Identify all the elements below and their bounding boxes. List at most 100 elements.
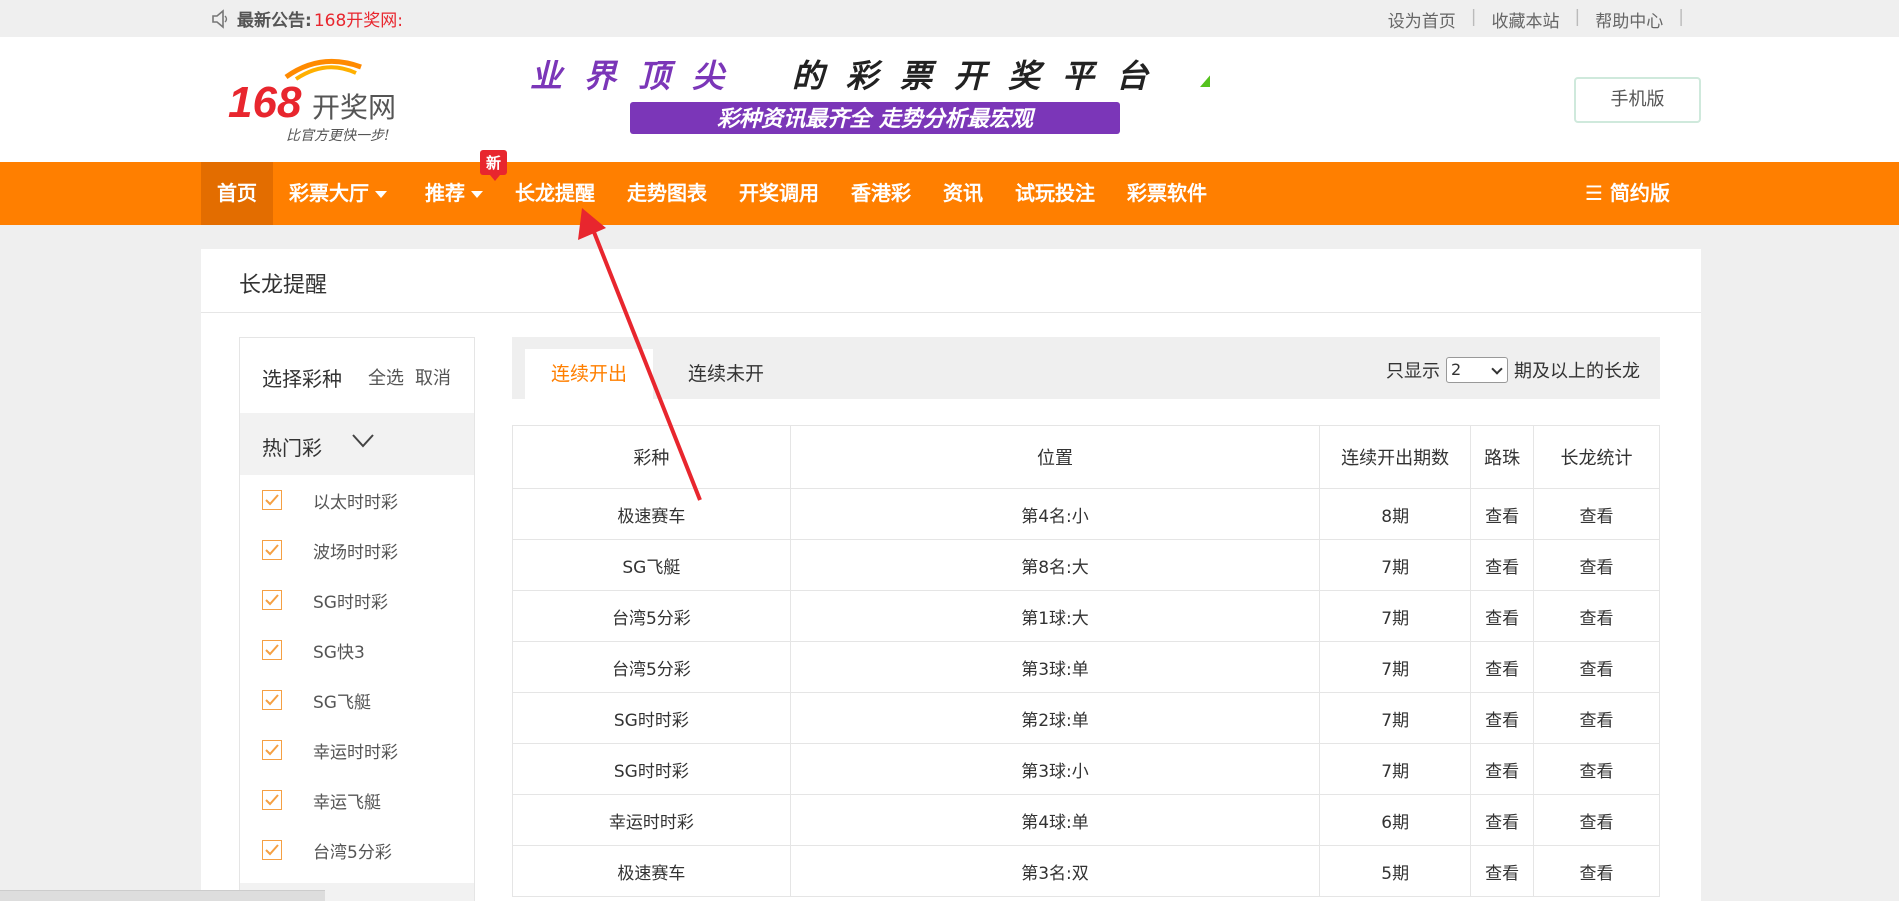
group-hot[interactable]: 热门彩 [240, 413, 474, 475]
nav-lottery-hall[interactable]: 彩票大厅 [273, 162, 403, 225]
streak-table: 彩种 位置 连续开出期数 路珠 长龙统计 极速赛车 第4名:小 8期 查看 查看 SG飞艇… [512, 425, 1660, 897]
nav-long-dragon[interactable]: 长龙提醒 [499, 162, 611, 225]
view-road-bead-link[interactable]: 查看 [1470, 743, 1535, 795]
site-logo[interactable]: 168 开奖网 比官方更快一步! [226, 47, 416, 147]
checkbox-checked-icon[interactable] [262, 590, 282, 610]
tab-consecutive-drawn[interactable]: 连续开出 [525, 349, 653, 399]
tab-consecutive-missed[interactable]: 连续未开 [662, 349, 790, 399]
col-road-bead: 路珠 [1470, 425, 1535, 489]
view-streak-stats-link[interactable]: 查看 [1533, 794, 1660, 846]
cell-streak-count: 7期 [1319, 743, 1472, 795]
main-nav: 首页 彩票大厅 推荐 长龙提醒 走势图表 开奖调用 香港彩 资讯 试玩投注 彩票… [0, 162, 1899, 225]
cell-position: 第3球:小 [789, 743, 1321, 795]
view-road-bead-link[interactable]: 查看 [1470, 794, 1535, 846]
col-game: 彩种 [512, 425, 791, 489]
cancel-selection-button[interactable]: 取消 [415, 364, 451, 390]
select-all-button[interactable]: 全选 [368, 364, 404, 390]
view-streak-stats-link[interactable]: 查看 [1533, 488, 1660, 540]
cell-position: 第8名:大 [789, 539, 1321, 591]
mobile-version-button[interactable]: 手机版 [1574, 77, 1701, 123]
game-option-label: 波场时时彩 [313, 542, 398, 563]
divider: | [1574, 7, 1581, 27]
game-option[interactable]: SG飞艇 [240, 675, 474, 725]
nav-lottery-hall-label: 彩票大厅 [289, 181, 369, 205]
game-option[interactable]: SG快3 [240, 625, 474, 675]
checkbox-checked-icon[interactable] [262, 840, 282, 860]
nav-trial-bet-label: 试玩投注 [1015, 181, 1095, 205]
view-road-bead-link[interactable]: 查看 [1470, 692, 1535, 744]
view-road-bead-link[interactable]: 查看 [1470, 488, 1535, 540]
min-streak-select[interactable]: 2 [1446, 357, 1508, 383]
game-option[interactable]: 波场时时彩 [240, 525, 474, 575]
scrollbar[interactable] [0, 890, 325, 901]
cell-game: 极速赛车 [512, 488, 791, 540]
help-center-link[interactable]: 帮助中心 [1595, 7, 1663, 32]
cell-position: 第2球:单 [789, 692, 1321, 744]
game-option[interactable]: 以太时时彩 [240, 475, 474, 525]
cell-position: 第3名:双 [789, 845, 1321, 897]
view-road-bead-link[interactable]: 查看 [1470, 641, 1535, 693]
nav-news-label: 资讯 [943, 181, 983, 205]
nav-recommend-label: 推荐 [425, 181, 465, 205]
view-road-bead-link[interactable]: 查看 [1470, 590, 1535, 642]
game-option-label: SG时时彩 [313, 592, 388, 613]
table-row: 台湾5分彩 第3球:单 7期 查看 查看 [512, 641, 1660, 693]
nav-trend-chart[interactable]: 走势图表 [611, 162, 723, 225]
group-hot-label: 热门彩 [262, 436, 322, 460]
view-road-bead-link[interactable]: 查看 [1470, 845, 1535, 897]
game-option-label: 以太时时彩 [313, 492, 398, 513]
svg-text:168: 168 [228, 78, 302, 127]
view-streak-stats-link[interactable]: 查看 [1533, 641, 1660, 693]
cell-game: SG时时彩 [512, 743, 791, 795]
game-option[interactable]: SG时时彩 [240, 575, 474, 625]
nav-hk-lottery-label: 香港彩 [851, 181, 911, 205]
checkbox-checked-icon[interactable] [262, 540, 282, 560]
speaker-icon [212, 8, 228, 29]
view-streak-stats-link[interactable]: 查看 [1533, 743, 1660, 795]
nav-trend-chart-label: 走势图表 [627, 181, 707, 205]
view-streak-stats-link[interactable]: 查看 [1533, 590, 1660, 642]
streak-filter: 只显示 2 期及以上的长龙 [1386, 357, 1640, 383]
checkbox-checked-icon[interactable] [262, 690, 282, 710]
nav-draw-api[interactable]: 开奖调用 [723, 162, 835, 225]
col-position: 位置 [789, 425, 1321, 489]
tabs-bar: 连续开出 连续未开 只显示 2 期及以上的长龙 [512, 337, 1660, 399]
cell-position: 第1球:大 [789, 590, 1321, 642]
view-streak-stats-link[interactable]: 查看 [1533, 539, 1660, 591]
divider: | [1678, 7, 1684, 27]
nav-hk-lottery[interactable]: 香港彩 [835, 162, 927, 225]
nav-home-label: 首页 [217, 181, 257, 205]
game-option[interactable]: 幸运飞艇 [240, 775, 474, 825]
view-streak-stats-link[interactable]: 查看 [1533, 692, 1660, 744]
cell-position: 第3球:单 [789, 641, 1321, 693]
nav-home[interactable]: 首页 [201, 162, 273, 225]
game-option[interactable]: 幸运时时彩 [240, 725, 474, 775]
cell-position: 第4球:单 [789, 794, 1321, 846]
filter-suffix: 期及以上的长龙 [1514, 361, 1640, 382]
cell-streak-count: 6期 [1319, 794, 1472, 846]
view-streak-stats-link[interactable]: 查看 [1533, 845, 1660, 897]
checkbox-checked-icon[interactable] [262, 790, 282, 810]
new-badge: 新 [480, 150, 508, 181]
view-road-bead-link[interactable]: 查看 [1470, 539, 1535, 591]
announcement: 最新公告: 168开奖网: [211, 6, 403, 31]
announcement-text[interactable]: 168开奖网: [314, 6, 403, 31]
nav-trial-bet[interactable]: 试玩投注 [999, 162, 1111, 225]
bookmark-link[interactable]: 收藏本站 [1492, 7, 1560, 32]
game-option-label: SG快3 [313, 642, 365, 663]
caret-down-icon [375, 191, 387, 198]
promo-banner: 业界顶尖 的彩票开奖平台 彩种资讯最齐全 走势分析最宏观 [530, 57, 1210, 134]
svg-text:业界顶尖: 业界顶尖 [530, 57, 746, 95]
nav-software[interactable]: 彩票软件 [1111, 162, 1223, 225]
cell-streak-count: 5期 [1319, 845, 1472, 897]
cell-streak-count: 7期 [1319, 590, 1472, 642]
set-homepage-link[interactable]: 设为首页 [1388, 7, 1456, 32]
checkbox-checked-icon[interactable] [262, 490, 282, 510]
svg-text:的彩票开奖平台: 的彩票开奖平台 [792, 57, 1170, 95]
simple-version-button[interactable]: ☰ 简约版 [1585, 162, 1670, 225]
divider [201, 312, 1701, 313]
checkbox-checked-icon[interactable] [262, 640, 282, 660]
nav-news[interactable]: 资讯 [927, 162, 999, 225]
checkbox-checked-icon[interactable] [262, 740, 282, 760]
game-option[interactable]: 台湾5分彩 [240, 825, 474, 875]
